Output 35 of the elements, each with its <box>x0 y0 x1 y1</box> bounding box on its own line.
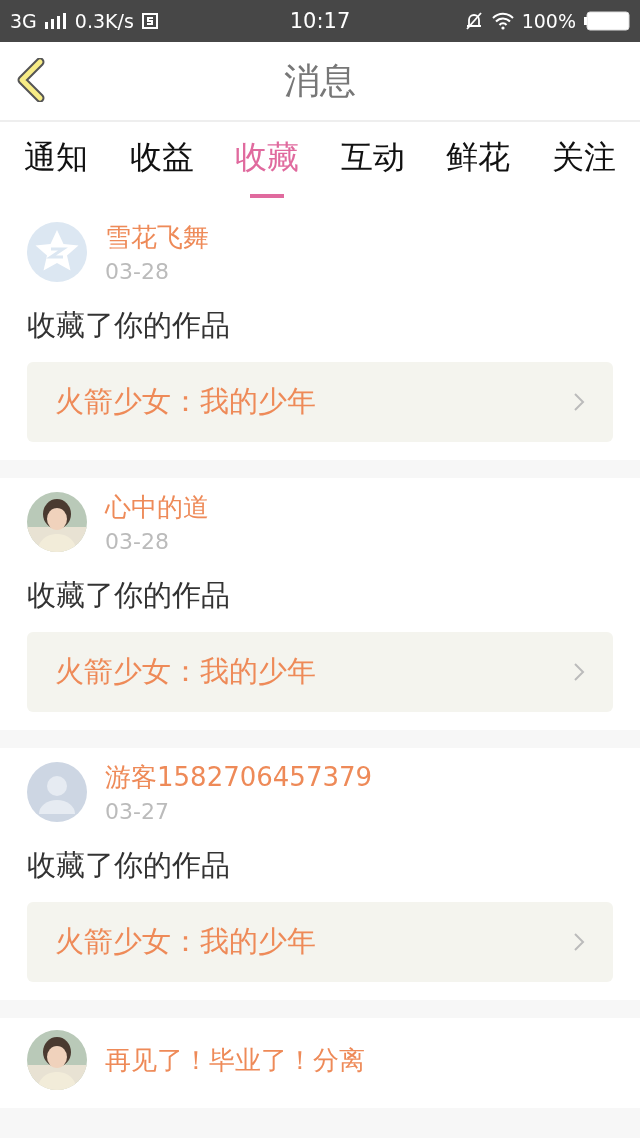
tab[interactable]: 鲜花 <box>446 136 511 198</box>
muted-bell-icon <box>463 11 484 31</box>
message-text: 收藏了你的作品 <box>27 577 231 614</box>
avatar-icon <box>27 222 87 282</box>
chevron-right-icon <box>573 932 585 952</box>
battery-level: 100% <box>521 10 576 32</box>
work-link[interactable]: 火箭少女：我的少年 <box>27 902 613 982</box>
chevron-right-icon <box>573 662 585 682</box>
chevron-right-icon <box>573 392 585 412</box>
page-title: 消息 <box>284 58 356 103</box>
tab[interactable]: 关注 <box>551 136 616 198</box>
message-text: 收藏了你的作品 <box>27 847 231 884</box>
user-name[interactable]: 游客1582706457379 <box>105 760 373 795</box>
work-link[interactable]: 火箭少女：我的少年 <box>27 362 613 442</box>
user-name[interactable]: 再见了！毕业了！分离 <box>105 1042 365 1078</box>
message-date: 03-28 <box>105 259 170 284</box>
message-date: 03-28 <box>105 529 170 554</box>
work-link[interactable]: 火箭少女：我的少年 <box>27 632 613 712</box>
clock: 10:17 <box>289 9 351 33</box>
wifi-icon <box>491 12 514 30</box>
signal-icon <box>44 13 67 29</box>
tab[interactable]: 收益 <box>129 136 194 198</box>
tab[interactable]: 互动 <box>340 136 405 198</box>
network-speed: 0.3K/s <box>74 10 134 32</box>
tab[interactable]: 收藏 <box>235 136 300 198</box>
message-text: 收藏了你的作品 <box>27 307 231 344</box>
user-name[interactable]: 心中的道 <box>105 490 209 525</box>
tab[interactable]: 通知 <box>24 136 88 198</box>
battery-icon <box>584 11 630 31</box>
user-name[interactable]: 雪花飞舞 <box>105 220 209 255</box>
network-type: 3G <box>10 10 37 32</box>
back-button[interactable] <box>16 58 46 105</box>
message-date: 03-27 <box>105 799 170 824</box>
avatar-icon <box>27 762 87 822</box>
app-notification-icon <box>141 13 158 29</box>
